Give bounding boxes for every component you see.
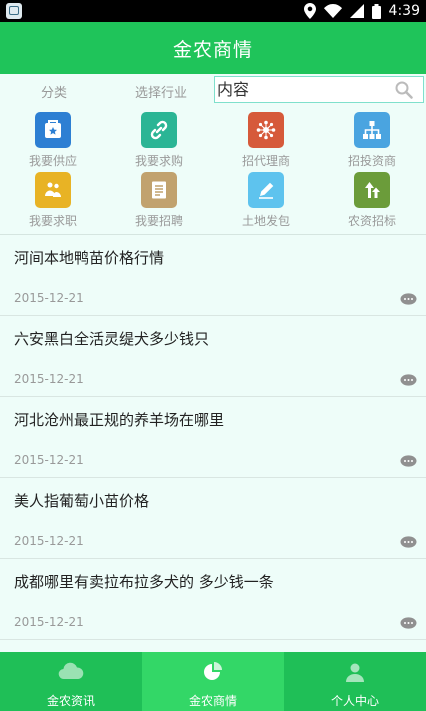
search-input[interactable] bbox=[215, 77, 397, 102]
category-label: 分类 bbox=[41, 85, 68, 101]
grid-item-label: 招投资商 bbox=[347, 154, 396, 168]
page-title: 金农商情 bbox=[172, 38, 253, 61]
list-item-title: 河间本地鸭苗价格行情 bbox=[14, 249, 165, 267]
category-grid: 我要供应 我要求购 招代理商 招投资商 我要求职 我要招聘 土地发包 农资招标 bbox=[0, 112, 426, 232]
list-item[interactable]: 成都哪里有卖拉布拉多犬的 多少钱一条 2015-12-21 bbox=[0, 559, 426, 640]
bottom-nav: 金农资讯 金农商情 个人中心 bbox=[0, 652, 426, 711]
search-icon[interactable] bbox=[395, 81, 413, 103]
grid-item-label: 农资招标 bbox=[347, 214, 396, 228]
users-icon bbox=[35, 172, 71, 208]
app-notification-icon bbox=[6, 3, 22, 19]
battery-icon bbox=[371, 3, 381, 19]
grid-item-label: 我要求购 bbox=[134, 154, 183, 168]
grid-item-label: 我要供应 bbox=[28, 154, 77, 168]
list-item[interactable]: 美人指葡萄小苗价格 2015-12-21 bbox=[0, 478, 426, 559]
grid-item-label: 招代理商 bbox=[241, 154, 290, 168]
list-item-date: 2015-12-21 bbox=[14, 615, 84, 629]
industry-label: 选择行业 bbox=[135, 85, 188, 101]
grid-item-label: 我要招聘 bbox=[134, 214, 183, 228]
signal-icon bbox=[349, 4, 364, 18]
grid-item-purchase[interactable]: 我要求购 bbox=[119, 112, 199, 168]
status-bar: 4:39 bbox=[0, 0, 426, 22]
search-box bbox=[214, 76, 424, 103]
tab-label: 个人中心 bbox=[330, 694, 379, 708]
comment-icon[interactable] bbox=[400, 453, 417, 472]
comment-icon[interactable] bbox=[400, 372, 417, 391]
grid-item-job-seeking[interactable]: 我要求职 bbox=[13, 172, 93, 228]
cloud-icon bbox=[58, 661, 84, 684]
list-item-date: 2015-12-21 bbox=[14, 453, 84, 467]
list-item-date: 2015-12-21 bbox=[14, 534, 84, 548]
user-icon bbox=[344, 661, 366, 686]
tab-label: 金农商情 bbox=[188, 694, 237, 708]
network-icon bbox=[248, 112, 284, 148]
grid-item-agri-tender[interactable]: 农资招标 bbox=[332, 172, 412, 228]
clock: 4:39 bbox=[388, 3, 420, 19]
list-item-date: 2015-12-21 bbox=[14, 372, 84, 386]
growth-arrows-icon bbox=[354, 172, 390, 208]
supply-icon bbox=[35, 112, 71, 148]
list-item-title: 河北沧州最正规的养羊场在哪里 bbox=[14, 411, 225, 429]
pie-chart-icon bbox=[202, 661, 224, 686]
location-icon bbox=[303, 3, 316, 19]
tab-market[interactable]: 金农商情 bbox=[142, 652, 284, 711]
tab-label: 金农资讯 bbox=[46, 694, 95, 708]
list-item[interactable]: 六安黑白全活灵缇犬多少钱只 2015-12-21 bbox=[0, 316, 426, 397]
industry-dropdown[interactable]: 选择行业 bbox=[135, 80, 187, 102]
comment-icon[interactable] bbox=[400, 534, 417, 553]
app-header: 金农商情 bbox=[0, 22, 426, 74]
tab-news[interactable]: 金农资讯 bbox=[0, 652, 142, 711]
grid-item-agents[interactable]: 招代理商 bbox=[226, 112, 306, 168]
list-item[interactable]: 河间本地鸭苗价格行情 2015-12-21 bbox=[0, 235, 426, 316]
document-icon bbox=[141, 172, 177, 208]
grid-item-label: 我要求职 bbox=[28, 214, 77, 228]
tab-profile[interactable]: 个人中心 bbox=[284, 652, 426, 711]
grid-item-recruiting[interactable]: 我要招聘 bbox=[119, 172, 199, 228]
list-item-date: 2015-12-21 bbox=[14, 291, 84, 305]
wifi-icon bbox=[323, 4, 342, 18]
link-chain-icon bbox=[141, 112, 177, 148]
list-item-title: 成都哪里有卖拉布拉多犬的 多少钱一条 bbox=[14, 573, 274, 591]
list-item-title: 美人指葡萄小苗价格 bbox=[14, 492, 150, 510]
comment-icon[interactable] bbox=[400, 291, 417, 310]
list-item-title: 六安黑白全活灵缇犬多少钱只 bbox=[14, 330, 210, 348]
grid-item-supply[interactable]: 我要供应 bbox=[13, 112, 93, 168]
grid-item-land-contract[interactable]: 土地发包 bbox=[226, 172, 306, 228]
pencil-icon bbox=[248, 172, 284, 208]
comment-icon[interactable] bbox=[400, 615, 417, 634]
grid-item-investors[interactable]: 招投资商 bbox=[332, 112, 412, 168]
category-dropdown[interactable]: 分类 bbox=[41, 80, 67, 102]
grid-item-label: 土地发包 bbox=[241, 214, 290, 228]
org-chart-icon bbox=[354, 112, 390, 148]
list-item[interactable]: 河北沧州最正规的养羊场在哪里 2015-12-21 bbox=[0, 397, 426, 478]
